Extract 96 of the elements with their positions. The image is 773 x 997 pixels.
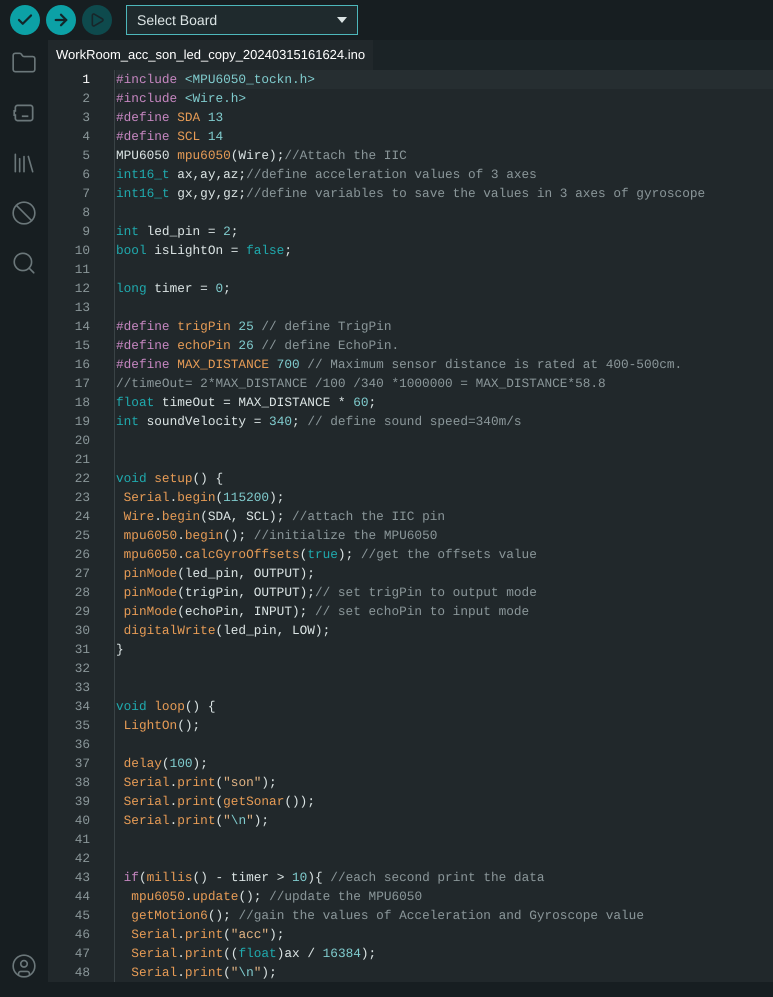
line-number: 13 [74, 299, 90, 317]
line-number: 22 [74, 470, 90, 488]
line-number: 2 [81, 90, 90, 108]
line-number: 45 [74, 907, 90, 925]
line-number: 47 [74, 945, 90, 963]
line-number: 15 [74, 337, 90, 355]
code-line: Serial.begin(115200); [122, 489, 286, 507]
code-line: getMotion6(); //gain the values of Acceleration and Gyroscope value [130, 907, 645, 925]
code-line: #define SCL 14 [116, 128, 224, 146]
code-line: delay(100); [122, 755, 209, 773]
code-line: int soundVelocity = 340; // define sound speed=340m/s [116, 413, 523, 431]
line-number: 21 [74, 451, 90, 469]
code-line: int16_t ax,ay,az;//define acceleration values of 3 axes [116, 166, 538, 184]
code-line: mpu6050.begin(); //initialize the MPU6050 [122, 527, 438, 545]
line-number: 33 [74, 679, 90, 697]
code-line: pinMode(echoPin, INPUT); // set echoPin to input mode [122, 603, 530, 621]
code-line: pinMode(led_pin, OUTPUT); [122, 565, 316, 583]
upload-button[interactable] [46, 5, 76, 35]
line-number: 9 [81, 223, 90, 241]
line-number: 37 [74, 755, 90, 773]
line-number: 7 [81, 185, 90, 203]
line-number: 14 [74, 318, 90, 336]
code-editor[interactable] [48, 70, 773, 982]
code-line: void loop() { [116, 698, 216, 716]
code-line: void setup() { [116, 470, 224, 488]
code-line: digitalWrite(led_pin, LOW); [122, 622, 332, 640]
code-line: #define echoPin 26 // define EchoPin. [116, 337, 400, 355]
line-number: 17 [74, 375, 90, 393]
code-line: LightOn(); [122, 717, 202, 735]
line-number: 4 [81, 128, 90, 146]
line-number: 10 [74, 242, 90, 260]
code-line: #define MAX_DISTANCE 700 // Maximum sensor distance is rated at 400-500cm. [116, 356, 684, 374]
line-number: 42 [74, 850, 90, 868]
line-number: 36 [74, 736, 90, 754]
code-line: MPU6050 mpu6050(Wire);//Attach the IIC [116, 147, 408, 165]
line-number: 3 [81, 109, 90, 127]
line-number: 48 [74, 964, 90, 982]
verify-button[interactable] [10, 5, 40, 35]
code-line: mpu6050.update(); //update the MPU6050 [130, 888, 424, 906]
line-number: 6 [81, 166, 90, 184]
caret-icon [337, 17, 347, 23]
code-line: Wire.begin(SDA, SCL); //attach the IIC pin [122, 508, 446, 526]
line-number: 29 [74, 603, 90, 621]
line-number: 16 [74, 356, 90, 374]
code-line: Serial.print("\n"); [130, 964, 278, 982]
code-line: #include <Wire.h> [116, 90, 248, 108]
code-line: Serial.print(getSonar()); [122, 793, 316, 811]
code-line: mpu6050.calcGyroOffsets(true); //get the offsets value [122, 546, 538, 564]
board-select[interactable]: Select Board [126, 5, 358, 35]
line-number: 23 [74, 489, 90, 507]
code-line: int16_t gx,gy,gz;//define variables to save the values in 3 axes of gyroscope [116, 185, 706, 203]
no-entry-icon[interactable] [11, 200, 37, 226]
line-number: 43 [74, 869, 90, 887]
code-line: pinMode(trigPin, OUTPUT);// set trigPin to output mode [122, 584, 538, 602]
search-icon[interactable] [11, 250, 37, 276]
line-number: 27 [74, 565, 90, 583]
line-number: 35 [74, 717, 90, 735]
code-line: } [116, 641, 125, 659]
code-line: float timeOut = MAX_DISTANCE * 60; [116, 394, 378, 412]
line-number: 44 [74, 888, 90, 906]
line-number: 5 [81, 147, 90, 165]
code-line: long timer = 0; [116, 280, 232, 298]
line-number: 8 [81, 204, 90, 222]
line-number: 1 [81, 71, 90, 89]
line-number: 28 [74, 584, 90, 602]
file-tab[interactable]: WorkRoom_acc_son_led_copy_20240315161624.ino [48, 40, 374, 70]
line-number: 39 [74, 793, 90, 811]
line-number: 40 [74, 812, 90, 830]
play-icon [89, 12, 105, 28]
line-number: 34 [74, 698, 90, 716]
code-line: Serial.print((float)ax / 16384); [130, 945, 378, 963]
line-number: 25 [74, 527, 90, 545]
line-number: 24 [74, 508, 90, 526]
code-line: #define trigPin 25 // define TrigPin [116, 318, 392, 336]
line-number: 12 [74, 280, 90, 298]
line-number: 11 [74, 261, 90, 279]
line-number: 41 [74, 831, 90, 849]
line-number: 32 [74, 660, 90, 678]
code-line: int led_pin = 2; [116, 223, 240, 241]
line-number: 46 [74, 926, 90, 944]
code-line: Serial.print("son"); [122, 774, 278, 792]
line-number: 26 [74, 546, 90, 564]
line-number: 19 [74, 413, 90, 431]
code-line: Serial.print("\n"); [122, 812, 270, 830]
line-number: 20 [74, 432, 90, 450]
arrow-right-icon [52, 11, 70, 29]
line-number: 18 [74, 394, 90, 412]
line-number: 30 [74, 622, 90, 640]
line-number: 31 [74, 641, 90, 659]
code-line: bool isLightOn = false; [116, 242, 293, 260]
user-icon[interactable] [11, 953, 37, 979]
code-line: Serial.print("acc"); [130, 926, 286, 944]
code-line: //timeOut= 2*MAX_DISTANCE /100 /340 *1000000 = MAX_DISTANCE*58.8 [116, 375, 607, 393]
line-number: 38 [74, 774, 90, 792]
code-line: if(millis() - timer > 10){ //each second print the data [122, 869, 546, 887]
code-line: #define SDA 13 [116, 109, 224, 127]
